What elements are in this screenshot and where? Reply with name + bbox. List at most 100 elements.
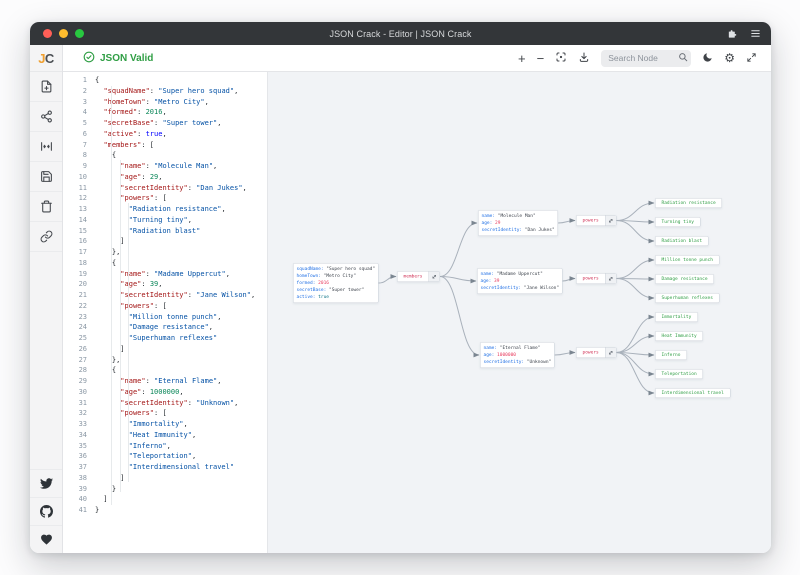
- code-line[interactable]: 39 }: [63, 484, 267, 495]
- code-line[interactable]: 41}: [63, 505, 267, 516]
- code-line[interactable]: 6 "active": true,: [63, 129, 267, 140]
- sidebar-item-new-document[interactable]: [30, 72, 62, 102]
- code-line[interactable]: 33 "Immortality",: [63, 419, 267, 430]
- code-line[interactable]: 19 "name": "Madame Uppercut",: [63, 269, 267, 280]
- code-line[interactable]: 5 "secretBase": "Super tower",: [63, 118, 267, 129]
- graph-leaf-node[interactable]: Radiation resistance: [655, 198, 722, 208]
- settings-button[interactable]: ⚙: [724, 52, 735, 64]
- desktop: JSON Crack - Editor | JSON Crack JC: [0, 0, 800, 575]
- code-line[interactable]: 26 ]: [63, 344, 267, 355]
- graph-member-node[interactable]: name: "Madame Uppercut"age: 39secretIden…: [477, 268, 563, 294]
- sidebar-item-github[interactable]: [30, 497, 62, 525]
- code-line[interactable]: 34 "Heat Immunity",: [63, 430, 267, 441]
- code-line[interactable]: 8 {: [63, 150, 267, 161]
- indent-guide: [111, 86, 112, 505]
- code-line[interactable]: 16 ]: [63, 236, 267, 247]
- code-line[interactable]: 27 },: [63, 355, 267, 366]
- expand-icon: [746, 51, 757, 66]
- sidebar-item-share-link[interactable]: [30, 222, 62, 252]
- code-line[interactable]: 40 ]: [63, 494, 267, 505]
- code-line[interactable]: 11 "secretIdentity": "Dan Jukes",: [63, 183, 267, 194]
- collapse-node-button[interactable]: [428, 272, 439, 282]
- code-line[interactable]: 9 "name": "Molecule Man",: [63, 161, 267, 172]
- graph-members-node[interactable]: members: [397, 271, 440, 282]
- graph-leaf-node[interactable]: Million tonne punch: [655, 255, 719, 265]
- app-logo[interactable]: JC: [30, 45, 62, 72]
- code-line[interactable]: 15 "Radiation blast": [63, 226, 267, 237]
- code-line[interactable]: 4 "formed": 2016,: [63, 107, 267, 118]
- code-line[interactable]: 29 "name": "Eternal Flame",: [63, 376, 267, 387]
- node-row: active: true: [297, 294, 376, 301]
- line-number: 36: [63, 451, 95, 462]
- code-line[interactable]: 17 },: [63, 247, 267, 258]
- code-line[interactable]: 7 "members": [: [63, 140, 267, 151]
- sidebar-item-save[interactable]: [30, 162, 62, 192]
- code-line[interactable]: 20 "age": 39,: [63, 279, 267, 290]
- sidebar-spacer: [30, 252, 62, 469]
- graph-leaf-node[interactable]: Radiation blast: [655, 236, 709, 246]
- zoom-in-button[interactable]: +: [518, 52, 526, 65]
- graph-powers-node[interactable]: powers: [576, 215, 616, 226]
- code-line[interactable]: 38 ]: [63, 473, 267, 484]
- graph-powers-node[interactable]: powers: [576, 347, 616, 358]
- sidebar-item-fit-layout[interactable]: [30, 132, 62, 162]
- json-editor[interactable]: 1{2 "squadName": "Super hero squad",3 "h…: [63, 72, 268, 553]
- code-line[interactable]: 30 "age": 1000000,: [63, 387, 267, 398]
- sidebar-item-sponsor[interactable]: [30, 525, 62, 553]
- graph-leaf-node[interactable]: Damage resistance: [655, 274, 714, 284]
- code-line[interactable]: 1{: [63, 75, 267, 86]
- sidebar-item-delete[interactable]: [30, 192, 62, 222]
- graph-leaf-node[interactable]: Teleportation: [655, 369, 703, 379]
- code-line[interactable]: 24 "Damage resistance",: [63, 322, 267, 333]
- zoom-out-button[interactable]: −: [537, 52, 545, 65]
- graph-leaf-node[interactable]: Heat Immunity: [655, 331, 703, 341]
- code-line[interactable]: 2 "squadName": "Super hero squad",: [63, 86, 267, 97]
- search-node-box[interactable]: [601, 50, 691, 67]
- center-view-button[interactable]: [555, 51, 567, 66]
- graph-leaf-node[interactable]: Interdimensional travel: [655, 388, 730, 398]
- collapse-node-button[interactable]: [605, 348, 616, 358]
- code-text: "active": true,: [95, 129, 167, 140]
- search-node-input[interactable]: [608, 53, 678, 63]
- line-number: 35: [63, 441, 95, 452]
- code-line[interactable]: 22 "powers": [: [63, 301, 267, 312]
- code-line[interactable]: 23 "Million tonne punch",: [63, 312, 267, 323]
- code-line[interactable]: 35 "Inferno",: [63, 441, 267, 452]
- graph-powers-node[interactable]: powers: [576, 273, 616, 284]
- dark-mode-toggle[interactable]: [702, 51, 713, 66]
- graph-leaf-node[interactable]: Turning tiny: [655, 217, 701, 227]
- graph-root-node[interactable]: squadName: "Super hero squad"homeTown: "…: [293, 263, 379, 303]
- code-line[interactable]: 10 "age": 29,: [63, 172, 267, 183]
- code-line[interactable]: 37 "Interdimensional travel": [63, 462, 267, 473]
- fullscreen-button[interactable]: [746, 51, 757, 66]
- menu-icon[interactable]: [750, 28, 761, 39]
- graph-member-node[interactable]: name: "Eternal Flame"age: 1000000secretI…: [480, 342, 555, 368]
- graph-member-node[interactable]: name: "Molecule Man"age: 29secretIdentit…: [478, 210, 558, 236]
- code-line[interactable]: 13 "Radiation resistance",: [63, 204, 267, 215]
- code-line[interactable]: 31 "secretIdentity": "Unknown",: [63, 398, 267, 409]
- code-line[interactable]: 12 "powers": [: [63, 193, 267, 204]
- graph-leaf-node[interactable]: Immortality: [655, 312, 698, 322]
- code-line[interactable]: 21 "secretIdentity": "Jane Wilson",: [63, 290, 267, 301]
- collapse-node-button[interactable]: [605, 216, 616, 226]
- code-line[interactable]: 18 {: [63, 258, 267, 269]
- code-line[interactable]: 36 "Teleportation",: [63, 451, 267, 462]
- code-line[interactable]: 14 "Turning tiny",: [63, 215, 267, 226]
- line-number: 25: [63, 333, 95, 344]
- graph-leaf-node[interactable]: Superhuman reflexes: [655, 293, 719, 303]
- title-bar[interactable]: JSON Crack - Editor | JSON Crack: [30, 22, 771, 45]
- extension-puzzle-icon[interactable]: [727, 28, 738, 39]
- collapse-node-button[interactable]: [605, 274, 616, 284]
- sidebar-item-twitter[interactable]: [30, 469, 62, 497]
- code-line[interactable]: 28 {: [63, 365, 267, 376]
- graph-canvas[interactable]: squadName: "Super hero squad"homeTown: "…: [268, 72, 771, 553]
- fit-width-icon: [40, 140, 53, 153]
- code-line[interactable]: 25 "Superhuman reflexes": [63, 333, 267, 344]
- code-line[interactable]: 3 "homeTown": "Metro City",: [63, 97, 267, 108]
- code-line[interactable]: 32 "powers": [: [63, 408, 267, 419]
- graph-leaf-node[interactable]: Inferno: [655, 350, 687, 360]
- download-button[interactable]: [578, 51, 590, 66]
- twitter-icon: [40, 477, 53, 490]
- graph-edge: [616, 221, 654, 242]
- sidebar-item-graph-view[interactable]: [30, 102, 62, 132]
